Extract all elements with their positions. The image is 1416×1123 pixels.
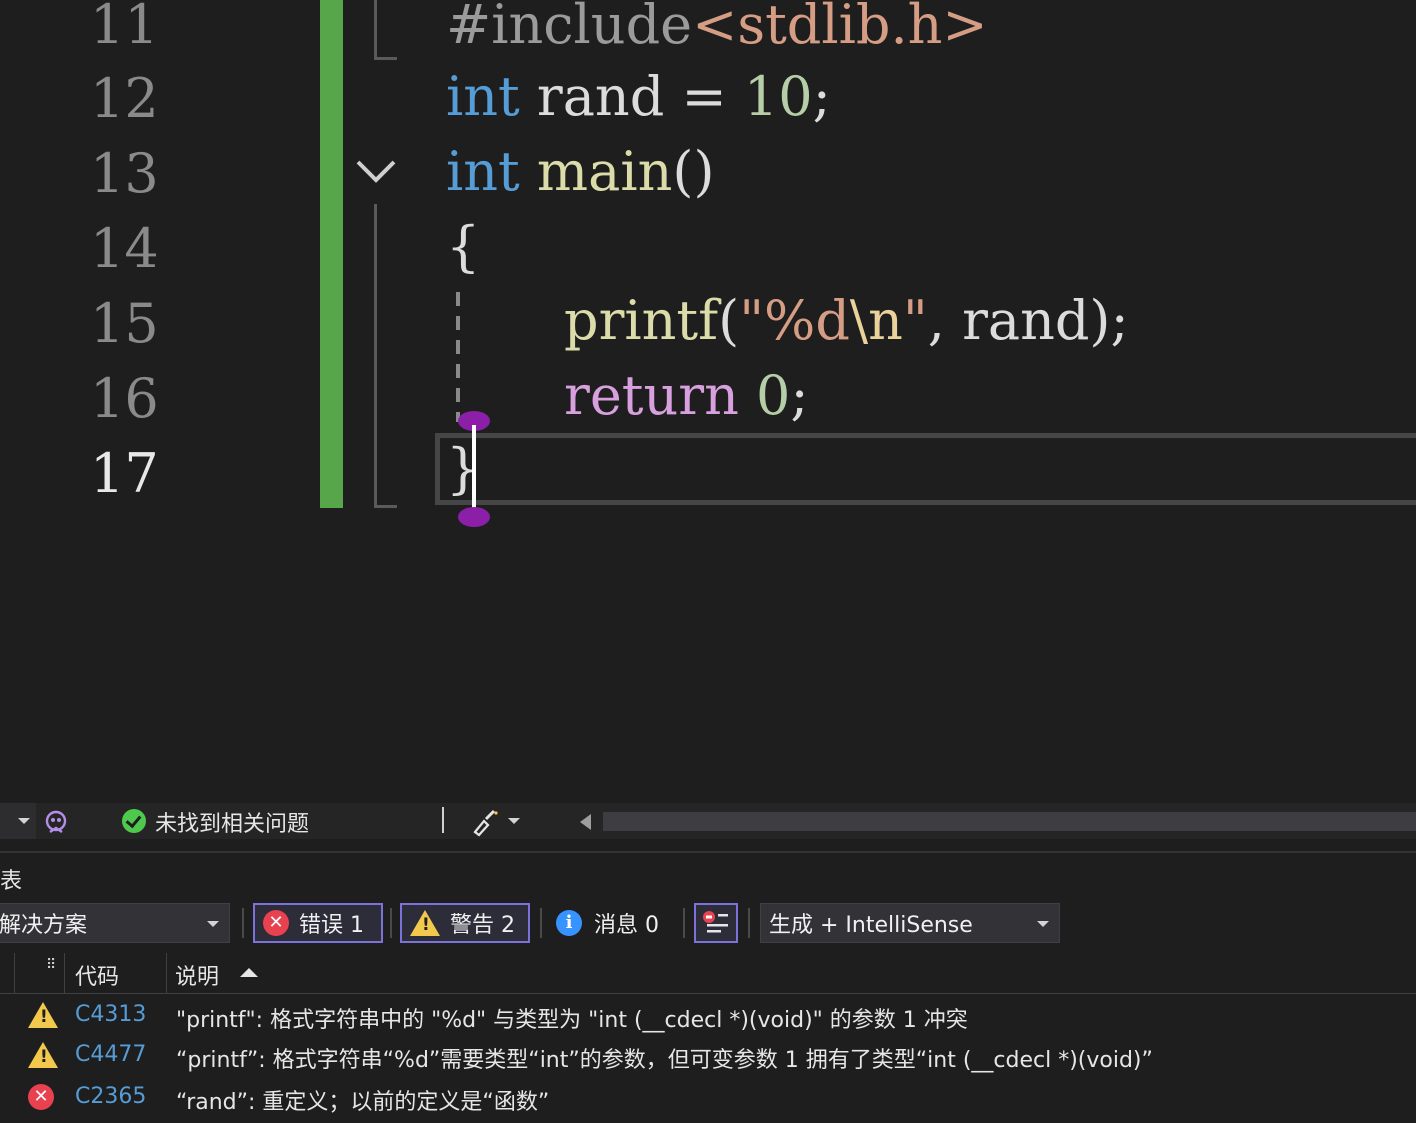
chevron-down-icon <box>1037 921 1049 927</box>
editor-status-strip: 未找到相关问题 <box>0 803 1416 839</box>
line-number: 12 <box>90 67 159 130</box>
fold-guide-end <box>374 505 397 508</box>
table-row[interactable]: C4313 "printf": 格式字符串中的 "%d" 与类型为 "int (… <box>0 996 1416 1036</box>
panel-title: 表 <box>0 869 23 894</box>
warnings-filter-button[interactable]: 警告 2 <box>400 903 530 943</box>
separator <box>242 908 244 938</box>
code-line-15[interactable]: printf("%d\n", rand); <box>564 284 1129 358</box>
error-description: "printf": 格式字符串中的 "%d" 与类型为 "int (__cdec… <box>176 1008 968 1033</box>
warning-icon <box>410 910 440 936</box>
chevron-down-icon <box>18 818 30 824</box>
messages-count-label: 消息 0 <box>594 913 659 938</box>
indent-guide <box>456 292 460 422</box>
error-list-panel: 表 解决方案 ✕ 错误 1 警告 2 i 消息 0 生成 + IntelliSe… <box>0 851 1416 1123</box>
error-icon: ✕ <box>263 910 289 936</box>
caret-handle-bottom[interactable] <box>458 507 490 527</box>
errors-count-label: 错误 1 <box>299 913 364 938</box>
change-tracking-bar <box>320 0 343 508</box>
error-code-link[interactable]: C4313 <box>75 1002 146 1027</box>
sort-ascending-icon <box>240 968 258 977</box>
code-line-14[interactable]: { <box>446 210 480 284</box>
column-header-description[interactable]: 说明 <box>175 959 219 991</box>
warning-icon <box>28 1042 58 1068</box>
warning-icon <box>28 1002 58 1028</box>
line-number-current: 17 <box>90 442 159 505</box>
column-divider <box>14 953 15 993</box>
error-description: “printf”: 格式字符串“%d”需要类型“int”的参数，但可变参数 1 … <box>176 1048 1153 1073</box>
column-options-icon[interactable]: ⠿ <box>46 957 56 973</box>
error-icon: ✕ <box>28 1084 54 1110</box>
messages-filter-button[interactable]: i 消息 0 <box>552 903 672 943</box>
copilot-icon[interactable] <box>42 808 70 836</box>
column-divider <box>166 953 167 993</box>
separator <box>748 908 750 938</box>
scope-dropdown[interactable]: 解决方案 <box>0 903 230 943</box>
zoom-dropdown[interactable] <box>0 803 36 839</box>
error-description: “rand”: 重定义；以前的定义是“函数” <box>176 1090 550 1115</box>
fold-guide <box>374 0 377 60</box>
line-number: 16 <box>90 367 159 430</box>
separator <box>390 908 392 938</box>
line-number: 15 <box>90 292 159 355</box>
separator <box>683 908 685 938</box>
fold-guide <box>374 204 377 508</box>
filter-button[interactable] <box>694 903 738 943</box>
current-line-highlight <box>435 433 1416 505</box>
text-caret <box>472 425 476 517</box>
code-editor[interactable]: 11 12 13 14 15 16 17 #include<stdlib.h> … <box>0 0 1416 800</box>
column-header-code[interactable]: 代码 <box>75 959 119 991</box>
filter-icon <box>703 911 728 933</box>
line-number: 14 <box>90 217 159 280</box>
brush-icon[interactable] <box>470 807 500 837</box>
build-source-label: 生成 + IntelliSense <box>769 913 973 938</box>
collapse-chevron-icon[interactable] <box>354 150 398 190</box>
issues-status-text[interactable]: 未找到相关问题 <box>155 806 309 838</box>
chevron-down-icon <box>207 921 219 927</box>
scroll-left-icon[interactable] <box>580 814 591 830</box>
check-circle-icon <box>122 809 146 833</box>
separator <box>540 908 542 938</box>
line-number: 13 <box>90 142 159 205</box>
error-code-link[interactable]: C4477 <box>75 1042 146 1067</box>
code-line-11[interactable]: #include<stdlib.h> <box>446 0 988 62</box>
code-line-13[interactable]: int main() <box>446 135 715 209</box>
warnings-count-label: 警告 2 <box>450 913 515 938</box>
table-row[interactable]: ✕ C2365 “rand”: 重定义；以前的定义是“函数” <box>0 1078 1416 1118</box>
table-row[interactable]: C4477 “printf”: 格式字符串“%d”需要类型“int”的参数，但可… <box>0 1036 1416 1076</box>
chevron-down-icon[interactable] <box>508 818 520 824</box>
info-icon: i <box>556 910 582 936</box>
code-line-16[interactable]: return 0; <box>564 359 809 433</box>
error-list-header: ⠿ 代码 说明 <box>0 953 1416 994</box>
column-divider <box>64 953 65 993</box>
build-source-dropdown[interactable]: 生成 + IntelliSense <box>760 903 1060 943</box>
fold-guide-end <box>374 57 397 60</box>
errors-filter-button[interactable]: ✕ 错误 1 <box>253 903 383 943</box>
horizontal-scrollbar[interactable] <box>603 812 1416 831</box>
code-line-12[interactable]: int rand = 10; <box>446 60 831 134</box>
error-code-link[interactable]: C2365 <box>75 1084 146 1109</box>
line-number: 11 <box>90 0 159 56</box>
scope-label: 解决方案 <box>0 913 88 938</box>
separator <box>442 807 444 833</box>
